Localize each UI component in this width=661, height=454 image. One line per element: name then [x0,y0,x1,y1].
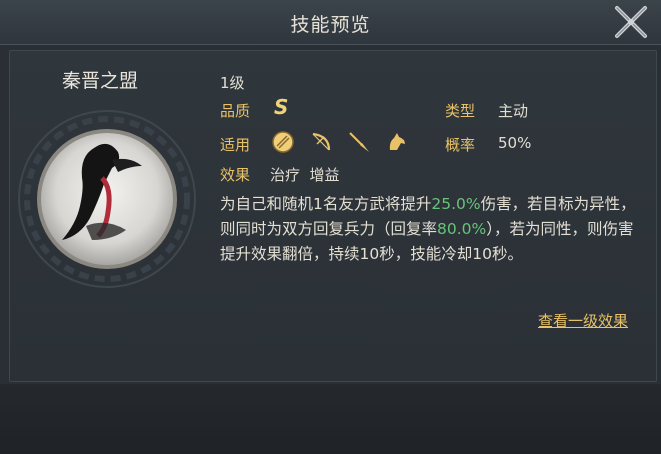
view-level1-effect-link[interactable]: 查看一级效果 [538,310,628,331]
header-bar: 技能预览 [0,0,661,45]
type-label: 类型 [445,102,476,120]
horse-icon [384,129,410,155]
spear-icon [346,129,372,155]
skill-name: 秦晋之盟 [62,70,139,92]
close-icon [615,6,647,38]
close-button[interactable] [609,2,653,42]
effect-value: 治疗 增益 [270,166,340,184]
type-value: 主动 [498,102,529,120]
rate-value: 50% [498,134,532,152]
bow-icon [308,129,334,155]
applies-icons [270,129,410,155]
quality-label: 品质 [220,102,251,120]
description-text-1: 为自己和随机1名友方武将提升 [220,195,432,213]
description-value-1: 25.0% [431,195,481,213]
skill-level: 1级 [220,74,245,92]
skill-portrait [16,108,198,290]
rate-label: 概率 [445,136,476,154]
quality-grade: S [274,95,289,119]
applies-label: 适用 [220,136,251,154]
shield-icon [270,129,296,155]
description-value-2: 80.0% [437,220,487,238]
skill-description: 为自己和随机1名友方武将提升25.0%伤害，若目标为异性，则同时为双方回复兵力（… [220,192,640,267]
page-title: 技能预览 [290,14,371,36]
effect-label: 效果 [220,166,251,184]
bottom-band [0,384,661,454]
